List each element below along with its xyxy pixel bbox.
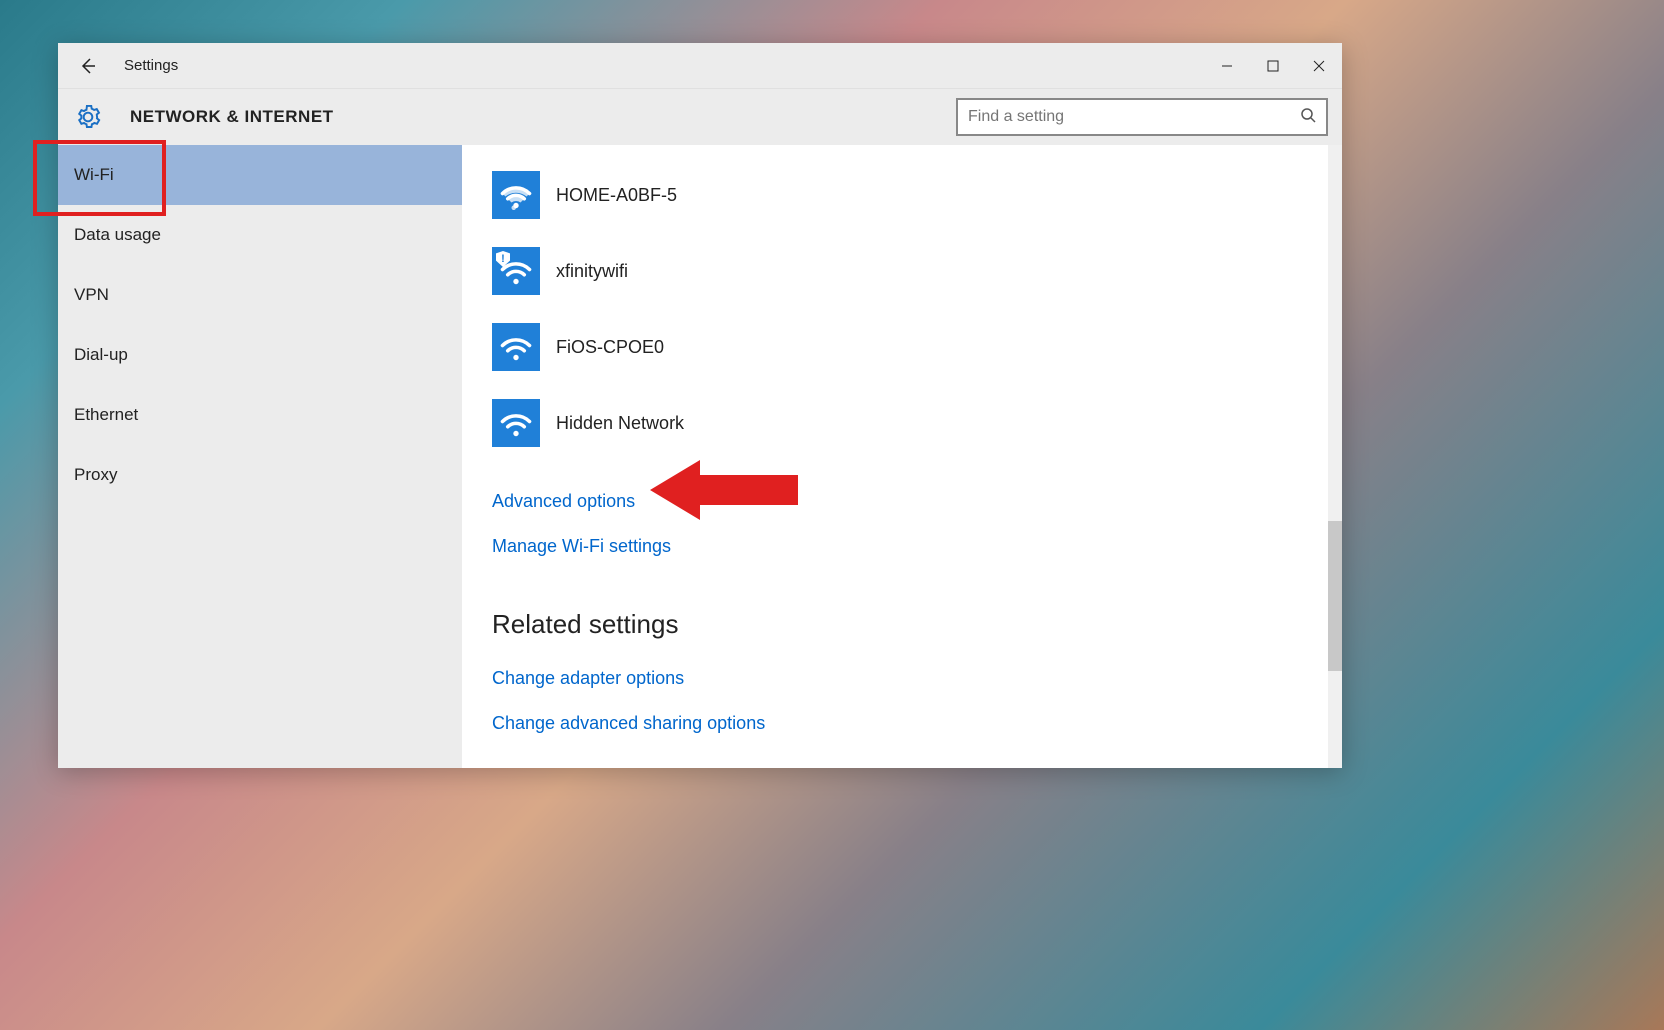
- header: NETWORK & INTERNET: [58, 89, 1342, 145]
- sidebar-item-label: Data usage: [74, 225, 161, 245]
- wifi-icon: [492, 171, 540, 219]
- settings-window: Settings NETWORK & INTERNET Wi-Fi: [58, 43, 1342, 768]
- sidebar: Wi-Fi Data usage VPN Dial-up Ethernet Pr…: [58, 145, 462, 768]
- change-adapter-link[interactable]: Change adapter options: [492, 668, 684, 689]
- sidebar-item-ethernet[interactable]: Ethernet: [58, 385, 462, 445]
- window-controls: [1204, 43, 1342, 89]
- sidebar-item-label: Ethernet: [74, 405, 138, 425]
- scrollbar-thumb[interactable]: [1328, 521, 1342, 671]
- network-name: xfinitywifi: [556, 261, 628, 282]
- scrollbar-track[interactable]: [1328, 145, 1342, 768]
- back-button[interactable]: [76, 54, 100, 78]
- sidebar-item-label: Dial-up: [74, 345, 128, 365]
- network-name: HOME-A0BF-5: [556, 185, 677, 206]
- sidebar-item-label: Proxy: [74, 465, 117, 485]
- search-icon: [1300, 107, 1316, 128]
- minimize-button[interactable]: [1204, 43, 1250, 89]
- page-title: NETWORK & INTERNET: [130, 107, 334, 127]
- sidebar-item-wifi[interactable]: Wi-Fi: [58, 145, 462, 205]
- content-area: HOME-A0BF-5 ! xfinitywifi FiOS-CPOE0: [462, 145, 1342, 768]
- wifi-open-icon: !: [492, 247, 540, 295]
- related-settings-title: Related settings: [492, 609, 1342, 640]
- maximize-button[interactable]: [1250, 43, 1296, 89]
- manage-wifi-link[interactable]: Manage Wi-Fi settings: [492, 536, 671, 557]
- sidebar-item-dialup[interactable]: Dial-up: [58, 325, 462, 385]
- titlebar: Settings: [58, 43, 1342, 89]
- sidebar-item-label: VPN: [74, 285, 109, 305]
- wifi-icon: [492, 399, 540, 447]
- network-name: FiOS-CPOE0: [556, 337, 664, 358]
- sidebar-item-datausage[interactable]: Data usage: [58, 205, 462, 265]
- sidebar-item-label: Wi-Fi: [74, 165, 114, 185]
- network-item[interactable]: HOME-A0BF-5: [492, 169, 1342, 221]
- network-item[interactable]: FiOS-CPOE0: [492, 321, 1342, 373]
- network-name: Hidden Network: [556, 413, 684, 434]
- change-sharing-link[interactable]: Change advanced sharing options: [492, 713, 765, 734]
- body: Wi-Fi Data usage VPN Dial-up Ethernet Pr…: [58, 145, 1342, 768]
- gear-icon: [74, 103, 102, 131]
- advanced-options-link[interactable]: Advanced options: [492, 491, 635, 512]
- search-box[interactable]: [956, 98, 1328, 136]
- sidebar-item-vpn[interactable]: VPN: [58, 265, 462, 325]
- wifi-icon: [492, 323, 540, 371]
- network-item[interactable]: Hidden Network: [492, 397, 1342, 449]
- window-title: Settings: [124, 57, 178, 74]
- search-input[interactable]: [968, 108, 1300, 126]
- sidebar-item-proxy[interactable]: Proxy: [58, 445, 462, 505]
- close-button[interactable]: [1296, 43, 1342, 89]
- network-item[interactable]: ! xfinitywifi: [492, 245, 1342, 297]
